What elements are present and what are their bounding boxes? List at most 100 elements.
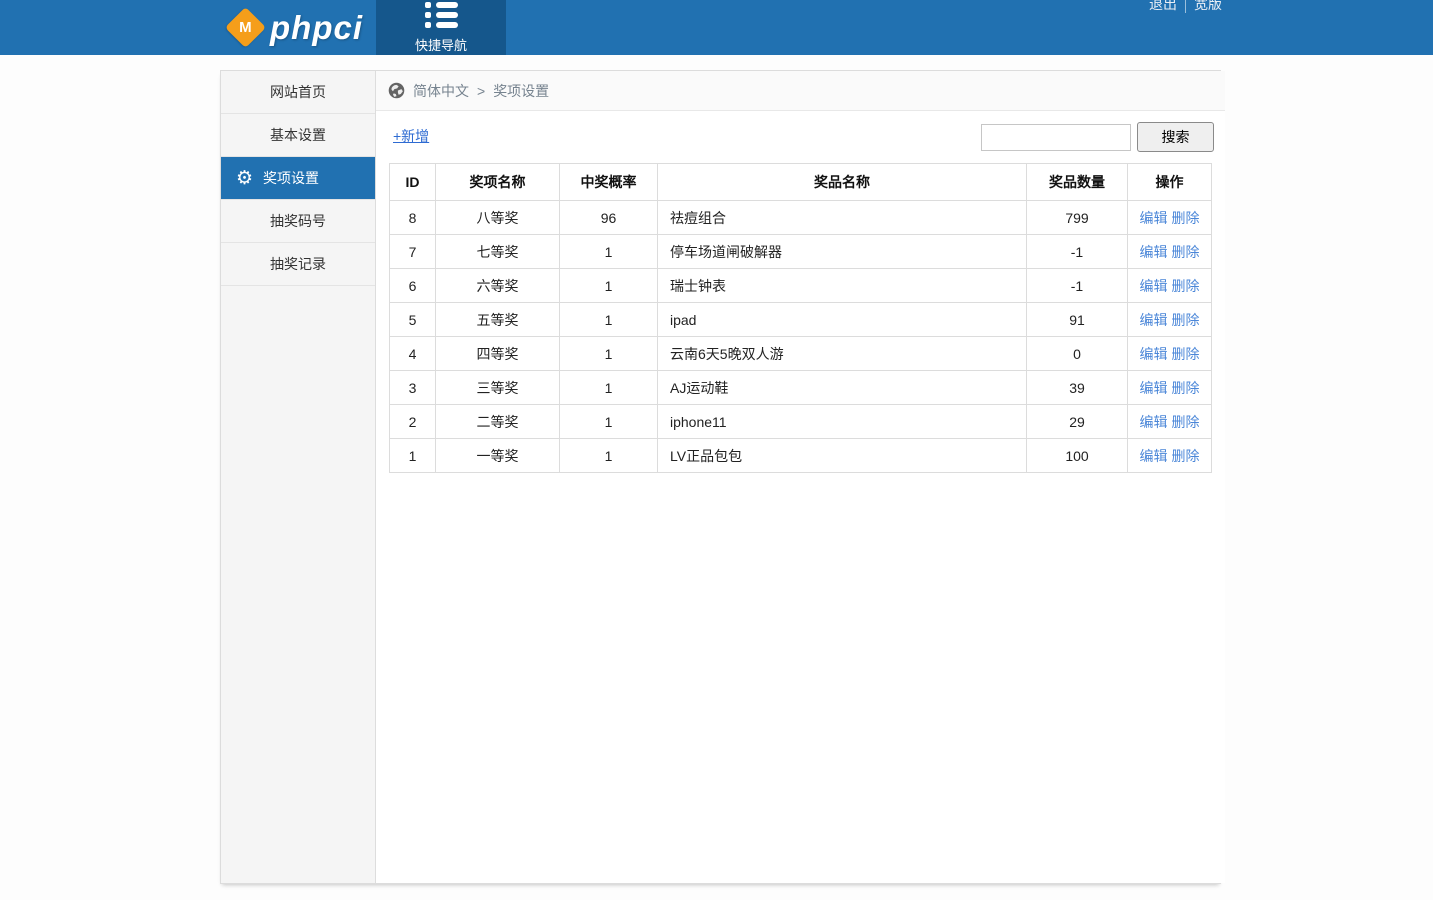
sidebar-item-label: 网站首页 (270, 84, 326, 100)
table-cell: 2 (390, 405, 436, 439)
table-cell: 0 (1027, 337, 1128, 371)
actions-cell: 编辑删除 (1128, 337, 1212, 371)
delete-link[interactable]: 删除 (1172, 414, 1200, 430)
search-button[interactable]: 搜索 (1137, 122, 1214, 152)
delete-link[interactable]: 删除 (1172, 210, 1200, 226)
actions-cell: 编辑删除 (1128, 439, 1212, 473)
column-header: 操作 (1128, 164, 1212, 201)
breadcrumb-page: 奖项设置 (493, 81, 549, 101)
sidebar-menu: 网站首页基本设置 ⚙奖项设置抽奖码号抽奖记录 (221, 71, 376, 883)
table-cell: 4 (390, 337, 436, 371)
edit-link[interactable]: 编辑 (1140, 380, 1168, 396)
add-new-link[interactable]: +新增 (393, 126, 429, 146)
actions-cell: 编辑删除 (1128, 201, 1212, 235)
sidebar-item-抽奖码号[interactable]: 抽奖码号 (221, 200, 375, 243)
edit-link[interactable]: 编辑 (1140, 210, 1168, 226)
table-cell: 1 (560, 303, 658, 337)
sidebar-item-奖项设置[interactable]: ⚙奖项设置 (221, 157, 375, 200)
table-row: 5五等奖1ipad91编辑删除 (390, 303, 1212, 337)
logout-link[interactable]: 退出 (1149, 0, 1177, 14)
table-cell: 五等奖 (436, 303, 560, 337)
table-cell: 6 (390, 269, 436, 303)
table-cell: 停车场道闸破解器 (658, 235, 1027, 269)
delete-link[interactable]: 删除 (1172, 380, 1200, 396)
sidebar-item-label: 基本设置 (270, 127, 326, 143)
table-cell: AJ运动鞋 (658, 371, 1027, 405)
table-cell: 1 (560, 235, 658, 269)
table-row: 1一等奖1LV正品包包100编辑删除 (390, 439, 1212, 473)
table-cell: LV正品包包 (658, 439, 1027, 473)
sidebar-item-label: 抽奖码号 (270, 213, 326, 229)
quick-nav-tab[interactable]: 快捷导航 (376, 0, 506, 55)
table-cell: 1 (560, 371, 658, 405)
table-cell: 四等奖 (436, 337, 560, 371)
wide-version-link[interactable]: 宽版 (1194, 0, 1222, 14)
table-cell: 100 (1027, 439, 1128, 473)
globe-icon (388, 82, 405, 99)
column-header: 奖品数量 (1027, 164, 1128, 201)
edit-link[interactable]: 编辑 (1140, 278, 1168, 294)
table-cell: iphone11 (658, 405, 1027, 439)
sidebar-item-label: 抽奖记录 (270, 256, 326, 272)
table-cell: 二等奖 (436, 405, 560, 439)
logo-badge-letter: M (239, 19, 252, 36)
prizes-table: ID奖项名称中奖概率奖品名称奖品数量操作 8八等奖96祛痘组合799编辑删除7七… (389, 163, 1212, 473)
table-cell: 8 (390, 201, 436, 235)
table-cell: 39 (1027, 371, 1128, 405)
table-cell: 3 (390, 371, 436, 405)
logo-text: phpci (270, 9, 363, 47)
table-row: 7七等奖1停车场道闸破解器-1编辑删除 (390, 235, 1212, 269)
logo-badge-icon: M (225, 7, 266, 48)
delete-link[interactable]: 删除 (1172, 278, 1200, 294)
breadcrumb-lang: 简体中文 (413, 81, 469, 101)
edit-link[interactable]: 编辑 (1140, 448, 1168, 464)
actions-cell: 编辑删除 (1128, 269, 1212, 303)
table-cell: 1 (560, 405, 658, 439)
quick-nav-label: 快捷导航 (415, 35, 467, 54)
column-header: ID (390, 164, 436, 201)
delete-link[interactable]: 删除 (1172, 244, 1200, 260)
table-cell: 一等奖 (436, 439, 560, 473)
table-row: 6六等奖1瑞士钟表-1编辑删除 (390, 269, 1212, 303)
edit-link[interactable]: 编辑 (1140, 312, 1168, 328)
edit-link[interactable]: 编辑 (1140, 346, 1168, 362)
content-wrapper: 网站首页基本设置 ⚙奖项设置抽奖码号抽奖记录 简体中文 > 奖项设置 +新增 搜索… (220, 70, 1221, 884)
actions-cell: 编辑删除 (1128, 371, 1212, 405)
table-cell: 云南6天5晚双人游 (658, 337, 1027, 371)
actions-cell: 编辑删除 (1128, 235, 1212, 269)
table-cell: 96 (560, 201, 658, 235)
edit-link[interactable]: 编辑 (1140, 244, 1168, 260)
table-body: 8八等奖96祛痘组合799编辑删除7七等奖1停车场道闸破解器-1编辑删除6六等奖… (390, 201, 1212, 473)
table-cell: 5 (390, 303, 436, 337)
search-group: 搜索 (981, 122, 1214, 152)
edit-link[interactable]: 编辑 (1140, 414, 1168, 430)
table-cell: 七等奖 (436, 235, 560, 269)
breadcrumb-separator: > (477, 83, 485, 99)
table-cell: 799 (1027, 201, 1128, 235)
search-input[interactable] (981, 124, 1131, 151)
table-cell: 瑞士钟表 (658, 269, 1027, 303)
delete-link[interactable]: 删除 (1172, 448, 1200, 464)
table-cell: 八等奖 (436, 201, 560, 235)
list-menu-icon (425, 0, 458, 32)
column-header: 奖项名称 (436, 164, 560, 201)
sidebar-item-基本设置[interactable]: 基本设置 (221, 114, 375, 157)
breadcrumb: 简体中文 > 奖项设置 (376, 71, 1225, 111)
table-row: 3三等奖1AJ运动鞋39编辑删除 (390, 371, 1212, 405)
table-row: 4四等奖1云南6天5晚双人游0编辑删除 (390, 337, 1212, 371)
table-header-row: ID奖项名称中奖概率奖品名称奖品数量操作 (390, 164, 1212, 201)
table-cell: -1 (1027, 269, 1128, 303)
table-cell: ipad (658, 303, 1027, 337)
actions-cell: 编辑删除 (1128, 405, 1212, 439)
sidebar-item-网站首页[interactable]: 网站首页 (221, 71, 375, 114)
link-separator (1185, 0, 1186, 13)
logo-link[interactable]: M phpci (231, 0, 363, 55)
table-cell: 三等奖 (436, 371, 560, 405)
delete-link[interactable]: 删除 (1172, 312, 1200, 328)
table-row: 8八等奖96祛痘组合799编辑删除 (390, 201, 1212, 235)
sidebar-item-抽奖记录[interactable]: 抽奖记录 (221, 243, 375, 286)
table-cell: 1 (560, 337, 658, 371)
delete-link[interactable]: 删除 (1172, 346, 1200, 362)
table-area: ID奖项名称中奖概率奖品名称奖品数量操作 8八等奖96祛痘组合799编辑删除7七… (376, 159, 1225, 473)
gear-icon: ⚙ (236, 169, 253, 188)
